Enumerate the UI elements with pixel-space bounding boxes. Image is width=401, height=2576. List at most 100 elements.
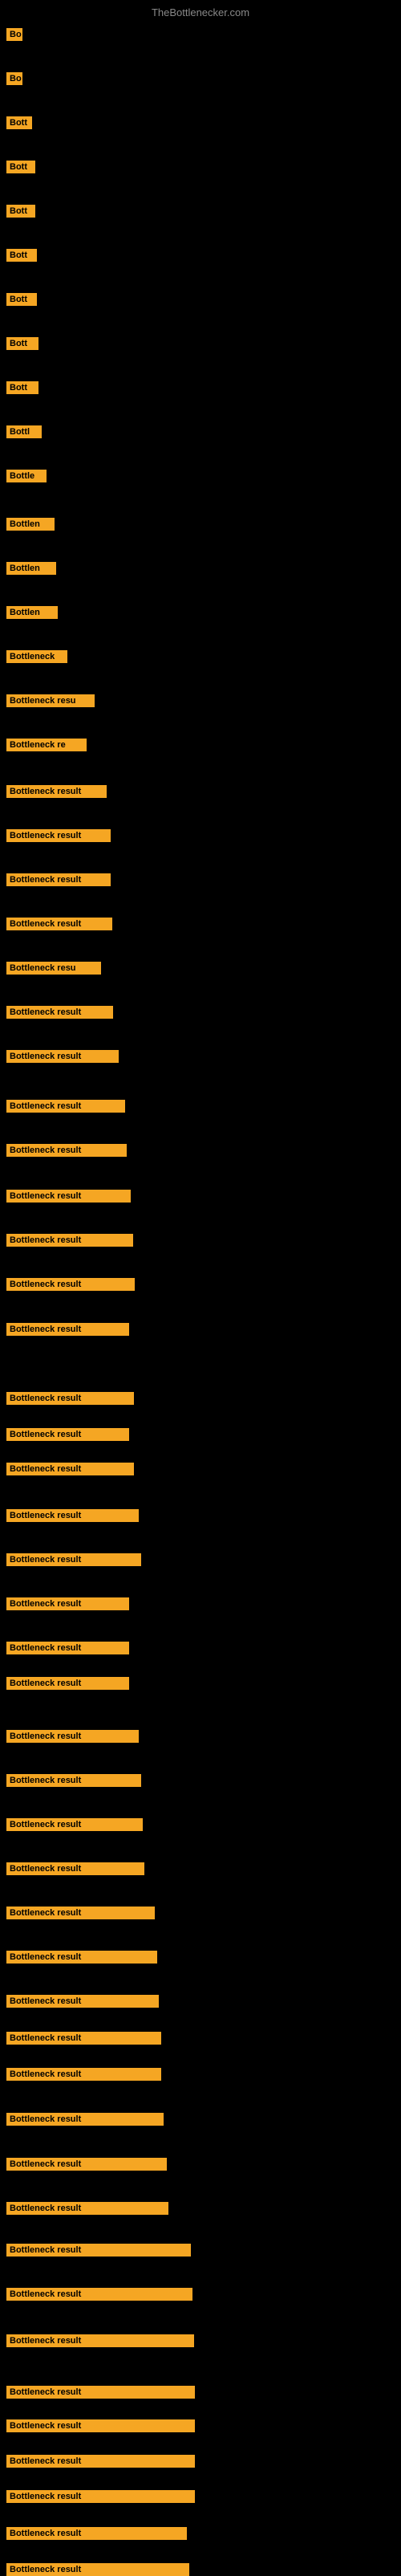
- bar-item: Bottleneck result: [6, 1677, 129, 1690]
- bar-label: Bottleneck result: [6, 1597, 129, 1610]
- bar-item: Bottleneck result: [6, 1818, 143, 1831]
- bar-label: Bott: [6, 161, 35, 173]
- bar-label: Bottleneck result: [6, 1050, 119, 1063]
- bar-label: Bottleneck result: [6, 1278, 135, 1291]
- bar-item: Bottleneck result: [6, 1190, 131, 1203]
- bar-label: Bo: [6, 28, 22, 41]
- bar-item: Bottleneck result: [6, 1995, 159, 2008]
- bar-item: Bottleneck result: [6, 2334, 194, 2347]
- bar-label: Bottleneck resu: [6, 962, 101, 975]
- bar-label: Bottleneck result: [6, 873, 111, 886]
- bar-item: Bott: [6, 337, 38, 350]
- bar-item: Bottleneck result: [6, 2032, 161, 2045]
- bar-label: Bottleneck result: [6, 2288, 192, 2301]
- bar-item: Bottleneck result: [6, 1907, 155, 1919]
- bar-label: Bottleneck result: [6, 2158, 167, 2171]
- bar-item: Bottleneck result: [6, 1428, 129, 1441]
- bar-item: Bottleneck result: [6, 1642, 129, 1654]
- bar-label: Bottleneck result: [6, 918, 112, 930]
- bar-label: Bottle: [6, 470, 47, 482]
- bar-label: Bott: [6, 337, 38, 350]
- bar-label: Bottleneck result: [6, 2244, 191, 2257]
- bar-item: Bottleneck result: [6, 2490, 195, 2503]
- bar-label: Bottleneck result: [6, 2563, 189, 2576]
- bar-label: Bottlen: [6, 562, 56, 575]
- bar-item: Bottleneck result: [6, 2068, 161, 2081]
- bar-label: Bottleneck result: [6, 2113, 164, 2126]
- bar-item: Bottleneck result: [6, 1100, 125, 1113]
- bar-item: Bottleneck resu: [6, 962, 101, 975]
- bar-label: Bottleneck re: [6, 739, 87, 751]
- bar-label: Bott: [6, 381, 38, 394]
- bar-label: Bottleneck result: [6, 1677, 129, 1690]
- bar-label: Bottleneck result: [6, 2032, 161, 2045]
- bar-label: Bottleneck result: [6, 1428, 129, 1441]
- bar-label: Bottleneck result: [6, 1951, 157, 1964]
- bar-item: Bo: [6, 28, 22, 41]
- bar-label: Bottleneck result: [6, 1100, 125, 1113]
- bar-label: Bottleneck result: [6, 1463, 134, 1475]
- bar-item: Bottleneck result: [6, 829, 111, 842]
- bar-item: Bottleneck result: [6, 1323, 129, 1336]
- bar-item: Bottleneck result: [6, 1509, 139, 1522]
- bar-item: Bottleneck re: [6, 739, 87, 751]
- bar-item: Bottleneck result: [6, 1951, 157, 1964]
- bar-label: Bottleneck resu: [6, 694, 95, 707]
- bar-item: Bottleneck result: [6, 2113, 164, 2126]
- bar-item: Bottle: [6, 470, 47, 482]
- bar-item: Bottleneck result: [6, 1774, 141, 1787]
- bar-label: Bottlen: [6, 606, 58, 619]
- bar-item: Bottleneck result: [6, 1463, 134, 1475]
- bar-label: Bottleneck result: [6, 1774, 141, 1787]
- bar-item: Bottleneck result: [6, 785, 107, 798]
- bar-label: Bottleneck result: [6, 1642, 129, 1654]
- bar-label: Bott: [6, 116, 32, 129]
- bar-item: Bottleneck result: [6, 2527, 187, 2540]
- bar-label: Bott: [6, 249, 37, 262]
- bar-label: Bottleneck result: [6, 2455, 195, 2468]
- bar-label: Bottleneck result: [6, 1392, 134, 1405]
- bar-item: Bottleneck result: [6, 1278, 135, 1291]
- bar-item: Bottleneck: [6, 650, 67, 663]
- bar-item: Bottlen: [6, 606, 58, 619]
- bar-item: Bott: [6, 293, 37, 306]
- bar-item: Bott: [6, 381, 38, 394]
- bar-item: Bottleneck result: [6, 2419, 195, 2432]
- bar-item: Bottleneck result: [6, 873, 111, 886]
- bar-label: Bottleneck result: [6, 1323, 129, 1336]
- bar-item: Bottleneck result: [6, 2244, 191, 2257]
- bar-item: Bott: [6, 116, 32, 129]
- bar-label: Bott: [6, 205, 35, 218]
- bar-item: Bottleneck result: [6, 1392, 134, 1405]
- bar-item: Bott: [6, 249, 37, 262]
- bar-label: Bottleneck result: [6, 2419, 195, 2432]
- bar-label: Bottleneck result: [6, 1553, 141, 1566]
- bar-label: Bottleneck result: [6, 2202, 168, 2215]
- bar-label: Bottleneck result: [6, 829, 111, 842]
- bar-label: Bottleneck result: [6, 1190, 131, 1203]
- bar-item: Bottleneck result: [6, 1006, 113, 1019]
- bar-label: Bottl: [6, 425, 42, 438]
- bar-label: Bottleneck result: [6, 1234, 133, 1247]
- bar-label: Bottleneck result: [6, 1144, 127, 1157]
- bar-item: Bottleneck result: [6, 1730, 139, 1743]
- bar-label: Bo: [6, 72, 22, 85]
- bar-label: Bottleneck result: [6, 2068, 161, 2081]
- bar-item: Bott: [6, 161, 35, 173]
- bar-label: Bottleneck result: [6, 2490, 195, 2503]
- bar-item: Bo: [6, 72, 22, 85]
- bar-label: Bottleneck result: [6, 785, 107, 798]
- bar-item: Bottlen: [6, 562, 56, 575]
- bar-item: Bottleneck resu: [6, 694, 95, 707]
- bar-item: Bottleneck result: [6, 1234, 133, 1247]
- bar-label: Bottleneck result: [6, 1509, 139, 1522]
- bar-item: Bottleneck result: [6, 918, 112, 930]
- bar-label: Bottlen: [6, 518, 55, 531]
- bar-label: Bottleneck result: [6, 1006, 113, 1019]
- bar-label: Bottleneck: [6, 650, 67, 663]
- bar-item: Bottleneck result: [6, 1862, 144, 1875]
- bar-item: Bott: [6, 205, 35, 218]
- bar-label: Bottleneck result: [6, 1818, 143, 1831]
- bar-label: Bott: [6, 293, 37, 306]
- bar-label: Bottleneck result: [6, 1995, 159, 2008]
